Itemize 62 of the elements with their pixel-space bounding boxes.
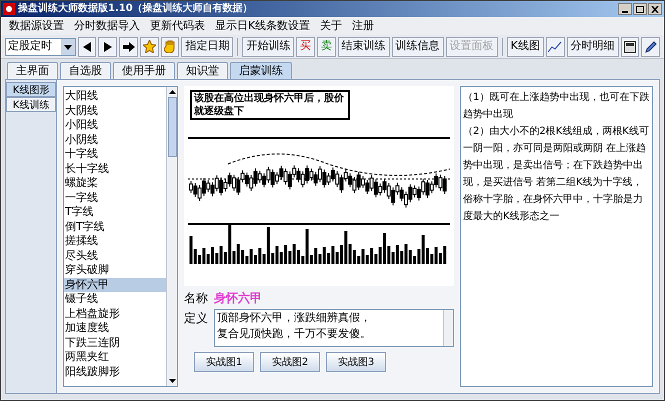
- close-icon: [651, 6, 659, 12]
- scrollbar[interactable]: [166, 87, 177, 386]
- tab[interactable]: 启蒙训练: [230, 62, 292, 79]
- toolbar-button[interactable]: 开始训练: [242, 36, 294, 56]
- close-button[interactable]: [648, 3, 662, 15]
- tab[interactable]: 知识堂: [177, 62, 228, 79]
- pattern-name: 身怀六甲: [214, 290, 262, 307]
- toolbar-button[interactable]: 训练信息: [392, 36, 444, 56]
- right-triangle-icon: [104, 42, 112, 52]
- arrow-right-icon: [122, 42, 135, 52]
- description-paragraph: （2）由大小不的2根K线组成，两根K线可一阴一阳，亦可同是两阳或两阴 在上涨趋势中出现，是卖出信号；在下跌趋势中出现，是买进信号 若第二组K线为十字线，俗称十字胎，在身怀六甲中，十字胎是力度最大的K线形态之一: [463, 124, 650, 224]
- window-title: 操盘训练大师数据版1.10（操盘训练大师自有数据）: [18, 4, 253, 14]
- example-chart-button[interactable]: 实战图1: [194, 352, 254, 372]
- definition-label: 定义: [184, 310, 208, 327]
- scroll-thumb[interactable]: [168, 97, 176, 157]
- menu-item[interactable]: 更新代码表: [150, 18, 205, 34]
- chart-button[interactable]: [546, 36, 565, 56]
- calculator-button[interactable]: [620, 36, 640, 56]
- hand-button[interactable]: [160, 36, 180, 56]
- toolbar-button[interactable]: 结束训练: [338, 36, 390, 56]
- menu-item[interactable]: 关于: [320, 18, 342, 34]
- side-tab[interactable]: K线图形: [6, 82, 56, 97]
- menu-item[interactable]: 注册: [352, 18, 374, 34]
- tab[interactable]: 使用手册: [113, 62, 175, 79]
- trade-button[interactable]: 卖: [316, 36, 336, 56]
- example-chart-button[interactable]: 实战图2: [260, 352, 320, 372]
- tab[interactable]: 自选股: [60, 62, 111, 79]
- toolbar-button[interactable]: K线图: [506, 36, 544, 56]
- scrollbar[interactable]: [443, 310, 453, 346]
- list-item[interactable]: 身怀六甲: [64, 278, 166, 292]
- line-chart-icon: [548, 40, 562, 52]
- maximize-icon: [636, 6, 644, 12]
- caret-icon: [60, 38, 75, 54]
- forward-button[interactable]: [119, 36, 138, 56]
- toolbar-button[interactable]: 分时明细: [566, 36, 619, 56]
- toolbar-button[interactable]: 指定日期: [181, 36, 234, 56]
- mode-dropdown[interactable]: 定股定时: [5, 38, 76, 56]
- left-triangle-icon: [83, 42, 92, 52]
- menu-item[interactable]: 分时数据导入: [74, 18, 140, 34]
- trade-button[interactable]: 买: [296, 36, 315, 56]
- hand-icon: [164, 40, 176, 53]
- menu-item[interactable]: 数据源设置: [9, 18, 64, 34]
- chart-caption: 该股在高位出现身怀六甲后，股价就逐级盘下: [190, 90, 350, 120]
- definition-line: 复合见顶快跑，千万不要发傻。: [217, 326, 372, 342]
- edit-button[interactable]: [641, 36, 660, 56]
- description-paragraph: （1）既可在上涨趋势中出现，也可在下跌趋势中出现: [463, 90, 650, 122]
- previous-button[interactable]: [78, 36, 96, 56]
- name-label: 名称: [184, 290, 208, 307]
- example-chart-button[interactable]: 实战图3: [326, 352, 386, 372]
- definition-line: 顶部身怀六甲，涨跌细辨真假，: [217, 310, 372, 326]
- menu-item[interactable]: 显示日K线条数设置: [215, 18, 310, 34]
- star-button[interactable]: [140, 36, 159, 56]
- tab[interactable]: 主界面: [7, 62, 58, 79]
- pencil-icon: [644, 40, 657, 52]
- calculator-icon: [624, 40, 636, 52]
- star-icon: [142, 40, 156, 53]
- maximize-button[interactable]: [633, 3, 647, 15]
- next-button[interactable]: [98, 36, 118, 56]
- app-icon: [3, 3, 15, 15]
- dropdown-value: 定股定时: [7, 38, 53, 54]
- side-tab[interactable]: K线训练: [6, 97, 56, 112]
- minimize-button[interactable]: [618, 3, 632, 15]
